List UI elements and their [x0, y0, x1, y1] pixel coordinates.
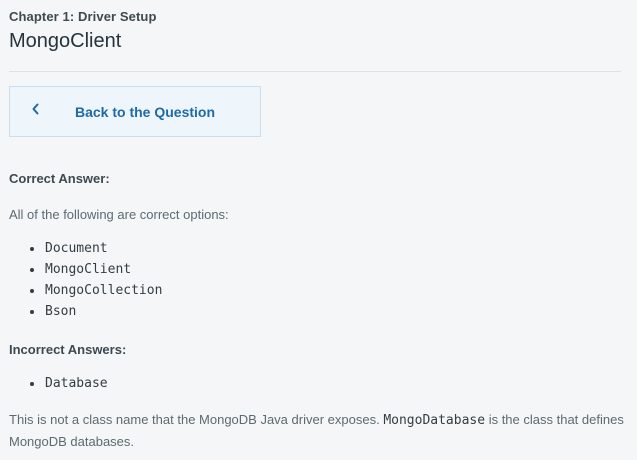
list-item: Bson: [29, 301, 162, 322]
explanation-code: MongoDatabase: [383, 413, 486, 428]
back-button-label: Back to the Question: [75, 104, 216, 120]
answer-page: Chapter 1: Driver Setup MongoClient Back…: [9, 0, 624, 460]
incorrect-explanation: This is not a class name that the MongoD…: [9, 409, 624, 452]
incorrect-answers-heading: Incorrect Answers:: [9, 342, 127, 357]
chapter-title: Chapter 1: Driver Setup: [9, 9, 157, 24]
list-item: Database: [29, 373, 108, 394]
correct-options-list: Document MongoClient MongoCollection Bso…: [29, 238, 162, 322]
back-to-question-button[interactable]: Back to the Question: [9, 86, 261, 137]
header-divider: [9, 71, 621, 72]
correct-options-intro: All of the following are correct options…: [9, 207, 229, 222]
list-item: MongoClient: [29, 259, 162, 280]
correct-answer-heading: Correct Answer:: [9, 171, 110, 186]
explanation-text-before: This is not a class name that the MongoD…: [9, 412, 380, 427]
incorrect-options-list: Database: [29, 373, 108, 394]
chevron-left-icon: [29, 102, 43, 116]
list-item: MongoCollection: [29, 280, 162, 301]
list-item: Document: [29, 238, 162, 259]
lesson-title: MongoClient: [9, 30, 122, 52]
